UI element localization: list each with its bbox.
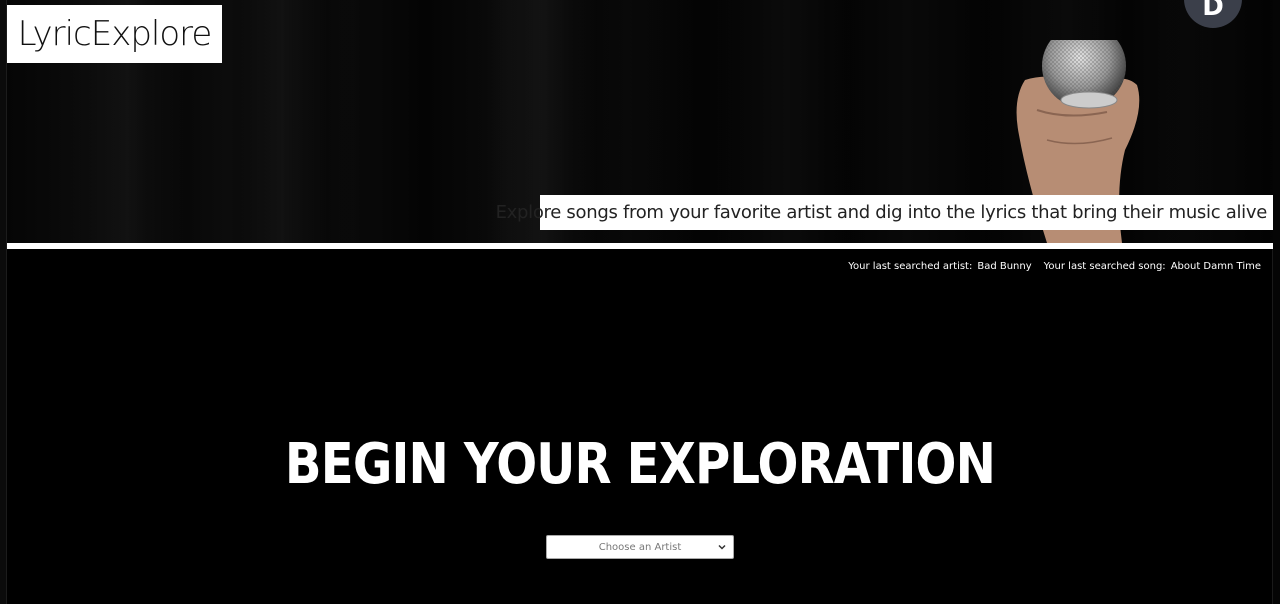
- page: LyricExplore D Explore songs from your f…: [0, 0, 1280, 604]
- artist-select-value: Choose an Artist: [598, 541, 682, 553]
- artist-select[interactable]: Choose an Artist: [546, 535, 734, 559]
- right-frame: [1272, 0, 1280, 604]
- last-searched-song: Your last searched song: About Damn Time: [1044, 261, 1261, 272]
- chevron-down-icon: [718, 544, 726, 550]
- last-searched-info: Your last searched artist: Bad Bunny You…: [848, 261, 1261, 272]
- divider: [7, 243, 1273, 249]
- logo-text: LyricExplore: [17, 14, 213, 54]
- page-heading: BEGIN YOUR EXPLORATION: [284, 432, 996, 497]
- last-artist-label: Your last searched artist:: [848, 261, 973, 272]
- last-searched-artist: Your last searched artist: Bad Bunny: [848, 261, 1031, 272]
- last-song-value: About Damn Time: [1170, 261, 1261, 272]
- logo[interactable]: LyricExplore: [7, 5, 222, 63]
- tagline-text: Explore songs from your favorite artist …: [495, 202, 1268, 223]
- curtain-shadow: [237, 0, 327, 243]
- last-artist-value: Bad Bunny: [977, 261, 1032, 272]
- last-song-label: Your last searched song:: [1043, 261, 1166, 272]
- avatar-letter: D: [1202, 0, 1224, 22]
- left-frame: [0, 0, 7, 604]
- tagline: Explore songs from your favorite artist …: [496, 195, 1273, 230]
